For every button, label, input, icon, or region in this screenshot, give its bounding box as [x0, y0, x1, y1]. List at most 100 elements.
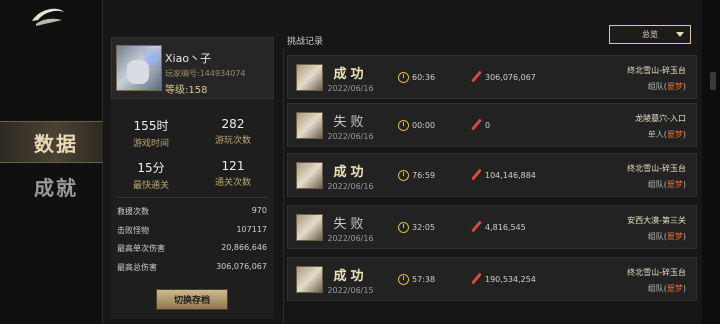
record-date: 2022/06/16 — [327, 132, 374, 141]
record-damage: 0 — [485, 121, 491, 130]
nav-item-achievements[interactable]: 成就 — [0, 165, 103, 207]
clock-icon — [398, 222, 409, 233]
stat-play-count: 282 游玩次数 — [193, 117, 273, 146]
record-difficulty: 噩梦 — [666, 130, 683, 139]
record-avatar — [296, 266, 323, 293]
record-result: 成功 — [333, 67, 368, 82]
stat-label: 游戏时间 — [132, 139, 169, 149]
detail-value: 20,866,646 — [221, 243, 267, 252]
clock-icon — [398, 120, 409, 131]
detail-value: 306,076,067 — [216, 262, 267, 271]
detail-value: 107117 — [236, 225, 267, 234]
clock-icon — [398, 274, 409, 285]
stat-value: 282 — [221, 117, 245, 131]
record-row[interactable]: 成功 2022/06/16 60:36 306,076,067 终北雪山-碎玉台… — [287, 55, 697, 99]
side-handle[interactable] — [710, 72, 716, 90]
detail-value: 970 — [251, 206, 267, 215]
detail-label: 最高单次伤害 — [117, 244, 165, 253]
stat-label: 游玩次数 — [214, 136, 251, 146]
right-edge — [702, 0, 720, 324]
detail-label: 击败怪物 — [117, 226, 149, 235]
avatar-figure — [127, 60, 149, 84]
stat-value: 121 — [221, 159, 245, 173]
stat-value: 15分 — [137, 161, 165, 175]
record-date: 2022/06/16 — [327, 234, 374, 243]
profile-panel: Xiao丶子 玩家编号:144934074 等级:158 155时 游戏时间 2… — [111, 37, 274, 319]
dropdown-caret-icon — [676, 32, 684, 37]
record-mode: 组队(噩梦) — [647, 180, 686, 189]
stat-clear-count: 121 通关次数 — [193, 159, 273, 188]
record-damage: 4,816,545 — [485, 223, 526, 232]
record-result: 成功 — [333, 269, 368, 284]
record-row[interactable]: 失败 2022/06/16 00:00 0 龙陵墓穴-入口 单人(噩梦) — [287, 103, 697, 147]
record-difficulty: 噩梦 — [666, 180, 683, 189]
record-mode: 组队(噩梦) — [647, 82, 686, 91]
divider — [117, 197, 268, 198]
record-mode-label: 单人 — [647, 130, 664, 139]
record-time: 76:59 — [412, 171, 436, 180]
stat-value: 155时 — [133, 119, 169, 133]
dropdown-value: 总览 — [642, 30, 658, 39]
record-damage: 104,146,884 — [485, 171, 536, 180]
record-stage: 终北雪山-碎玉台 — [627, 268, 686, 277]
avatar — [116, 45, 162, 91]
side-nav: 数据 成就 — [0, 0, 103, 324]
record-stage: 安西大漠-第三关 — [627, 216, 686, 225]
record-date: 2022/06/16 — [327, 182, 374, 191]
record-stage: 龙陵墓穴-入口 — [635, 114, 686, 123]
record-result: 失败 — [333, 115, 368, 130]
record-avatar — [296, 214, 323, 241]
player-id: 玩家编号:144934074 — [165, 69, 246, 78]
record-difficulty: 噩梦 — [666, 284, 683, 293]
record-mode-label: 组队 — [647, 180, 664, 189]
record-row[interactable]: 成功 2022/06/16 76:59 104,146,884 终北雪山-碎玉台… — [287, 153, 697, 197]
stat-label: 通关次数 — [214, 178, 251, 188]
nav-item-data[interactable]: 数据 — [0, 121, 103, 163]
detail-max-single-damage: 最高单次伤害 20,866,646 — [117, 243, 267, 257]
records-title: 挑战记录 — [287, 37, 324, 47]
clock-icon — [398, 170, 409, 181]
detail-max-total-damage: 最高总伤害 306,076,067 — [117, 262, 267, 276]
record-avatar — [296, 162, 323, 189]
clock-icon — [398, 72, 409, 83]
detail-label: 救援次数 — [117, 207, 149, 216]
record-mode: 组队(噩梦) — [647, 232, 686, 241]
record-difficulty: 噩梦 — [666, 82, 683, 91]
record-mode: 单人(噩梦) — [647, 130, 686, 139]
record-avatar — [296, 64, 323, 91]
sword-icon — [471, 70, 482, 83]
player-level: 等级:158 — [165, 85, 208, 96]
sword-icon — [471, 118, 482, 131]
overview-dropdown[interactable]: 总览 — [609, 25, 691, 44]
record-mode: 组队(噩梦) — [647, 284, 686, 293]
record-time: 57:38 — [412, 275, 436, 284]
sword-icon — [471, 272, 482, 285]
record-row[interactable]: 失败 2022/06/16 32:05 4,816,545 安西大漠-第三关 组… — [287, 205, 697, 249]
profile-header: Xiao丶子 玩家编号:144934074 等级:158 — [111, 37, 274, 99]
record-mode-label: 组队 — [647, 232, 664, 241]
record-result: 成功 — [333, 165, 368, 180]
record-avatar — [296, 112, 323, 139]
detail-kills: 击败怪物 107117 — [117, 225, 267, 239]
record-time: 60:36 — [412, 73, 436, 82]
stat-label: 最快通关 — [132, 181, 169, 191]
record-date: 2022/06/16 — [327, 84, 374, 93]
record-stage: 终北雪山-碎玉台 — [627, 164, 686, 173]
record-result: 失败 — [333, 217, 368, 232]
switch-save-button[interactable]: 切换存档 — [156, 289, 228, 310]
record-time: 32:05 — [412, 223, 436, 232]
record-date: 2022/06/15 — [327, 286, 374, 295]
record-damage: 190,534,254 — [485, 275, 536, 284]
record-stage: 终北雪山-碎玉台 — [627, 66, 686, 75]
record-mode-label: 组队 — [647, 284, 664, 293]
detail-label: 最高总伤害 — [117, 263, 157, 272]
stat-fastest-clear: 15分 最快通关 — [111, 159, 191, 191]
sword-icon — [471, 220, 482, 233]
record-time: 00:00 — [412, 121, 436, 130]
stat-play-time: 155时 游戏时间 — [111, 117, 191, 149]
sword-icon — [471, 168, 482, 181]
record-mode-label: 组队 — [647, 82, 664, 91]
detail-rescues: 救援次数 970 — [117, 206, 267, 220]
record-row[interactable]: 成功 2022/06/15 57:38 190,534,254 终北雪山-碎玉台… — [287, 257, 697, 301]
username: Xiao丶子 — [165, 52, 212, 65]
